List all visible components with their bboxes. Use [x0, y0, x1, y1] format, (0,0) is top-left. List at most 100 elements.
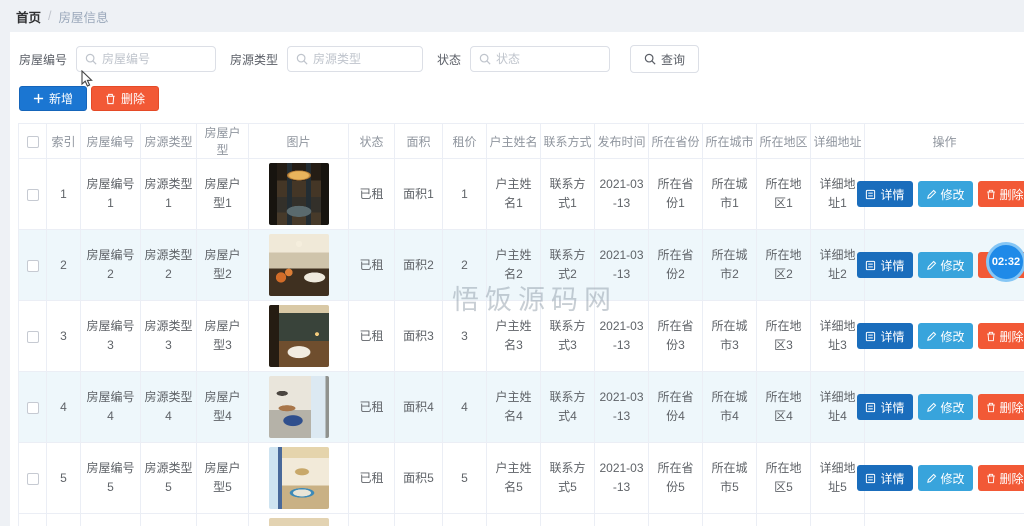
cell-area: 面积3 [394, 300, 443, 372]
col-city: 所在城市 [702, 123, 757, 159]
delete-button[interactable]: 删除 [977, 323, 1024, 349]
cell-status: 已租 [348, 158, 395, 230]
house-type-input[interactable] [313, 52, 415, 66]
row-checkbox[interactable] [26, 401, 39, 414]
cell-district: 所在地区4 [756, 371, 811, 443]
cell-district: 所在地区5 [756, 442, 811, 514]
cell-contact: 联系方式5 [540, 442, 595, 514]
detail-button[interactable]: 详情 [857, 181, 913, 207]
row-checkbox[interactable] [26, 188, 39, 201]
breadcrumb-home[interactable]: 首页 [16, 7, 41, 26]
col-house-code: 房屋编号 [80, 123, 141, 159]
cell-house-layout: 房屋户型4 [196, 371, 249, 443]
cell-house-type: 房源类型1 [140, 158, 197, 230]
col-province: 所在省份 [648, 123, 703, 159]
col-price: 租价 [442, 123, 487, 159]
cell-price: 2 [442, 229, 487, 301]
table-row: 1 房屋编号1 房源类型1 房屋户型1 已租 面积1 1 户主姓名1 联系方式1… [18, 158, 1024, 230]
edit-button[interactable]: 修改 [917, 465, 973, 491]
bulk-delete-button[interactable]: 删除 [91, 86, 160, 111]
cell-index: 1 [46, 158, 81, 230]
col-owner: 户主姓名 [486, 123, 541, 159]
cell-address: 详细地址5 [810, 442, 865, 514]
house-code-input[interactable] [102, 52, 208, 66]
cell-house-code: 房屋编号1 [80, 158, 141, 230]
house-code-input-wrap [76, 46, 217, 72]
cell-house-code: 房屋编号3 [80, 300, 141, 372]
col-address: 详细地址 [810, 123, 865, 159]
document-icon [866, 331, 876, 341]
cell-date: 2021-03-13 [594, 371, 649, 443]
cell-owner: 户主姓名4 [486, 371, 541, 443]
col-actions: 操作 [864, 123, 1024, 159]
cell-contact: 联系方式1 [540, 158, 595, 230]
edit-button[interactable]: 修改 [917, 394, 973, 420]
cell-owner: 户主姓名2 [486, 229, 541, 301]
add-button[interactable]: 新增 [19, 86, 88, 111]
cell-contact: 联系方式2 [540, 229, 595, 301]
cell-status: 已租 [348, 371, 395, 443]
cell-house-code: 房屋编号2 [80, 229, 141, 301]
detail-button[interactable]: 详情 [857, 252, 913, 278]
cell-status: 已租 [348, 442, 395, 514]
col-house-layout: 房屋户型 [196, 123, 249, 159]
cell-status: 已租 [348, 229, 395, 301]
filter-bar: 房屋编号 房源类型 状态 查询 [15, 42, 1024, 76]
col-index: 索引 [46, 123, 81, 159]
edit-button[interactable]: 修改 [917, 181, 973, 207]
cell-house-layout: 房屋户型3 [196, 300, 249, 372]
cell-house-code: 房屋编号4 [80, 371, 141, 443]
edit-button[interactable]: 修改 [917, 252, 973, 278]
col-status: 状态 [348, 123, 395, 159]
trash-icon [986, 402, 995, 412]
cell-province: 所在省份3 [648, 300, 703, 372]
add-button-label: 新增 [49, 92, 74, 106]
breadcrumb-separator: / [48, 9, 52, 23]
cell-owner: 户主姓名1 [486, 158, 541, 230]
query-button[interactable]: 查询 [630, 45, 700, 73]
cell-date: 2021-03-13 [594, 158, 649, 230]
table-row-partial [18, 513, 1024, 526]
row-checkbox[interactable] [26, 259, 39, 272]
select-all-checkbox[interactable] [26, 135, 39, 148]
delete-button[interactable]: 删除 [977, 465, 1024, 491]
cell-date: 2021-03-13 [594, 229, 649, 301]
delete-button[interactable]: 删除 [977, 181, 1024, 207]
trash-icon [986, 331, 995, 341]
detail-button[interactable]: 详情 [857, 394, 913, 420]
search-icon [479, 53, 491, 65]
houses-table: 索引 房屋编号 房源类型 房屋户型 图片 状态 面积 租价 户主姓名 联系方式 … [18, 123, 1024, 526]
cell-address: 详细地址3 [810, 300, 865, 372]
cell-city: 所在城市1 [702, 158, 757, 230]
house-photo [268, 376, 329, 438]
cell-house-type: 房源类型3 [140, 300, 197, 372]
edit-button[interactable]: 修改 [917, 323, 973, 349]
filter-label-house-code: 房屋编号 [19, 52, 68, 67]
col-photo: 图片 [248, 123, 349, 159]
row-checkbox[interactable] [26, 472, 39, 485]
cell-index: 3 [46, 300, 81, 372]
detail-button[interactable]: 详情 [857, 465, 913, 491]
header-select-all-cell [18, 123, 47, 159]
document-icon [866, 260, 876, 270]
row-checkbox[interactable] [26, 330, 39, 343]
cell-house-type: 房源类型2 [140, 229, 197, 301]
filter-label-house-type: 房源类型 [230, 52, 279, 67]
cell-area: 面积5 [394, 442, 443, 514]
cell-city: 所在城市2 [702, 229, 757, 301]
search-icon [296, 53, 308, 65]
delete-button[interactable]: 删除 [977, 394, 1024, 420]
cell-house-layout: 房屋户型5 [196, 442, 249, 514]
house-photo [268, 447, 329, 509]
pencil-icon [926, 331, 936, 341]
document-icon [866, 189, 876, 199]
table-row: 5 房屋编号5 房源类型5 房屋户型5 已租 面积5 5 户主姓名5 联系方式5… [18, 442, 1024, 514]
cell-contact: 联系方式3 [540, 300, 595, 372]
detail-button[interactable]: 详情 [857, 323, 913, 349]
status-input[interactable] [496, 52, 602, 66]
cell-price: 5 [442, 442, 487, 514]
cell-index: 2 [46, 229, 81, 301]
table-row: 3 房屋编号3 房源类型3 房屋户型3 已租 面积3 3 户主姓名3 联系方式3… [18, 300, 1024, 372]
recording-timer-badge[interactable]: 02:32 [986, 242, 1024, 282]
document-icon [866, 402, 876, 412]
